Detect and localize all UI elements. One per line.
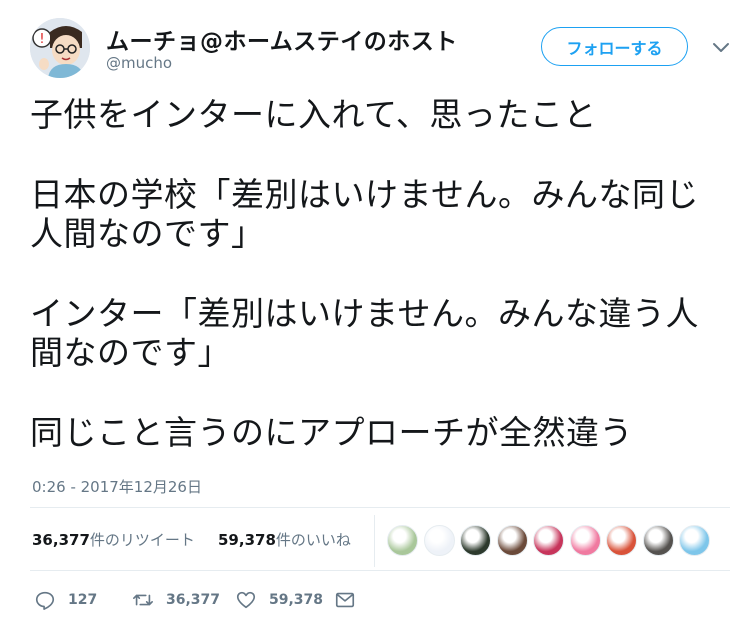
- retweet-stat[interactable]: 36,377件のリツイート: [32, 529, 195, 550]
- divider: [30, 570, 730, 571]
- liker-avatar-5[interactable]: [533, 525, 564, 556]
- like-stat[interactable]: 59,378件のいいね: [218, 529, 351, 550]
- liker-avatar-2[interactable]: [423, 525, 455, 556]
- liker-avatar-7[interactable]: [606, 525, 637, 556]
- liker-avatar-6[interactable]: [569, 525, 601, 556]
- tweet-actions: 127 36,377 59,378: [30, 582, 730, 618]
- stats-separator: [374, 515, 375, 567]
- like-count: 59,378: [269, 592, 324, 608]
- tweet-line: 日本の学校「差別はいけません。みんな同じ: [30, 175, 700, 214]
- tweet-timestamp[interactable]: 0:26 - 2017年12月26日: [32, 476, 202, 497]
- tweet-line: 子供をインターに入れて、思ったこと: [30, 95, 597, 134]
- retweet-count: 36,377: [166, 592, 221, 608]
- reply-button[interactable]: 127: [34, 588, 97, 612]
- reply-count: 127: [68, 592, 98, 608]
- tweet-line: 同じこと言うのにアプローチが全然違う: [30, 413, 633, 452]
- user-handle[interactable]: @mucho: [106, 54, 172, 72]
- retweet-stat-label: 件のリツイート: [89, 531, 195, 549]
- like-stat-label: 件のいいね: [275, 531, 351, 549]
- liker-avatar-9[interactable]: [679, 525, 710, 556]
- tweet-line: 間なのです」: [30, 333, 231, 372]
- liker-avatar-1[interactable]: [387, 525, 418, 556]
- tweet-text: 子供をインターに入れて、思ったこと 日本の学校「差別はいけません。みんな同じ 人…: [30, 95, 730, 452]
- liker-avatar-3[interactable]: [460, 525, 491, 556]
- envelope-icon: [335, 592, 355, 608]
- tweet-stats: 36,377件のリツイート 59,378件のいいね: [30, 515, 730, 567]
- heart-icon: [236, 591, 256, 609]
- divider: [30, 507, 730, 508]
- user-avatar[interactable]: !: [30, 18, 90, 78]
- svg-text:!: !: [39, 32, 44, 47]
- retweet-button[interactable]: 36,377: [132, 588, 220, 612]
- tweet-line: インター「差別はいけません。みんな違う人: [30, 294, 700, 333]
- liker-avatar-4[interactable]: [496, 525, 528, 556]
- direct-message-button[interactable]: [334, 588, 368, 612]
- tweet-line: 人間なのです」: [30, 214, 265, 253]
- retweet-icon: [133, 594, 153, 606]
- retweet-stat-count: 36,377: [32, 531, 90, 549]
- user-display-name[interactable]: ムーチョ@ホームステイのホスト: [106, 22, 458, 56]
- like-stat-count: 59,378: [218, 531, 276, 549]
- reply-icon: [35, 591, 55, 610]
- liker-avatar-8[interactable]: [642, 525, 674, 556]
- tweet-header: ! ムーチョ@ホームステイのホスト @mucho フォローする: [30, 16, 730, 86]
- chevron-down-icon[interactable]: [710, 36, 732, 58]
- follow-button[interactable]: フォローする: [541, 27, 688, 66]
- like-button[interactable]: 59,378: [235, 588, 323, 612]
